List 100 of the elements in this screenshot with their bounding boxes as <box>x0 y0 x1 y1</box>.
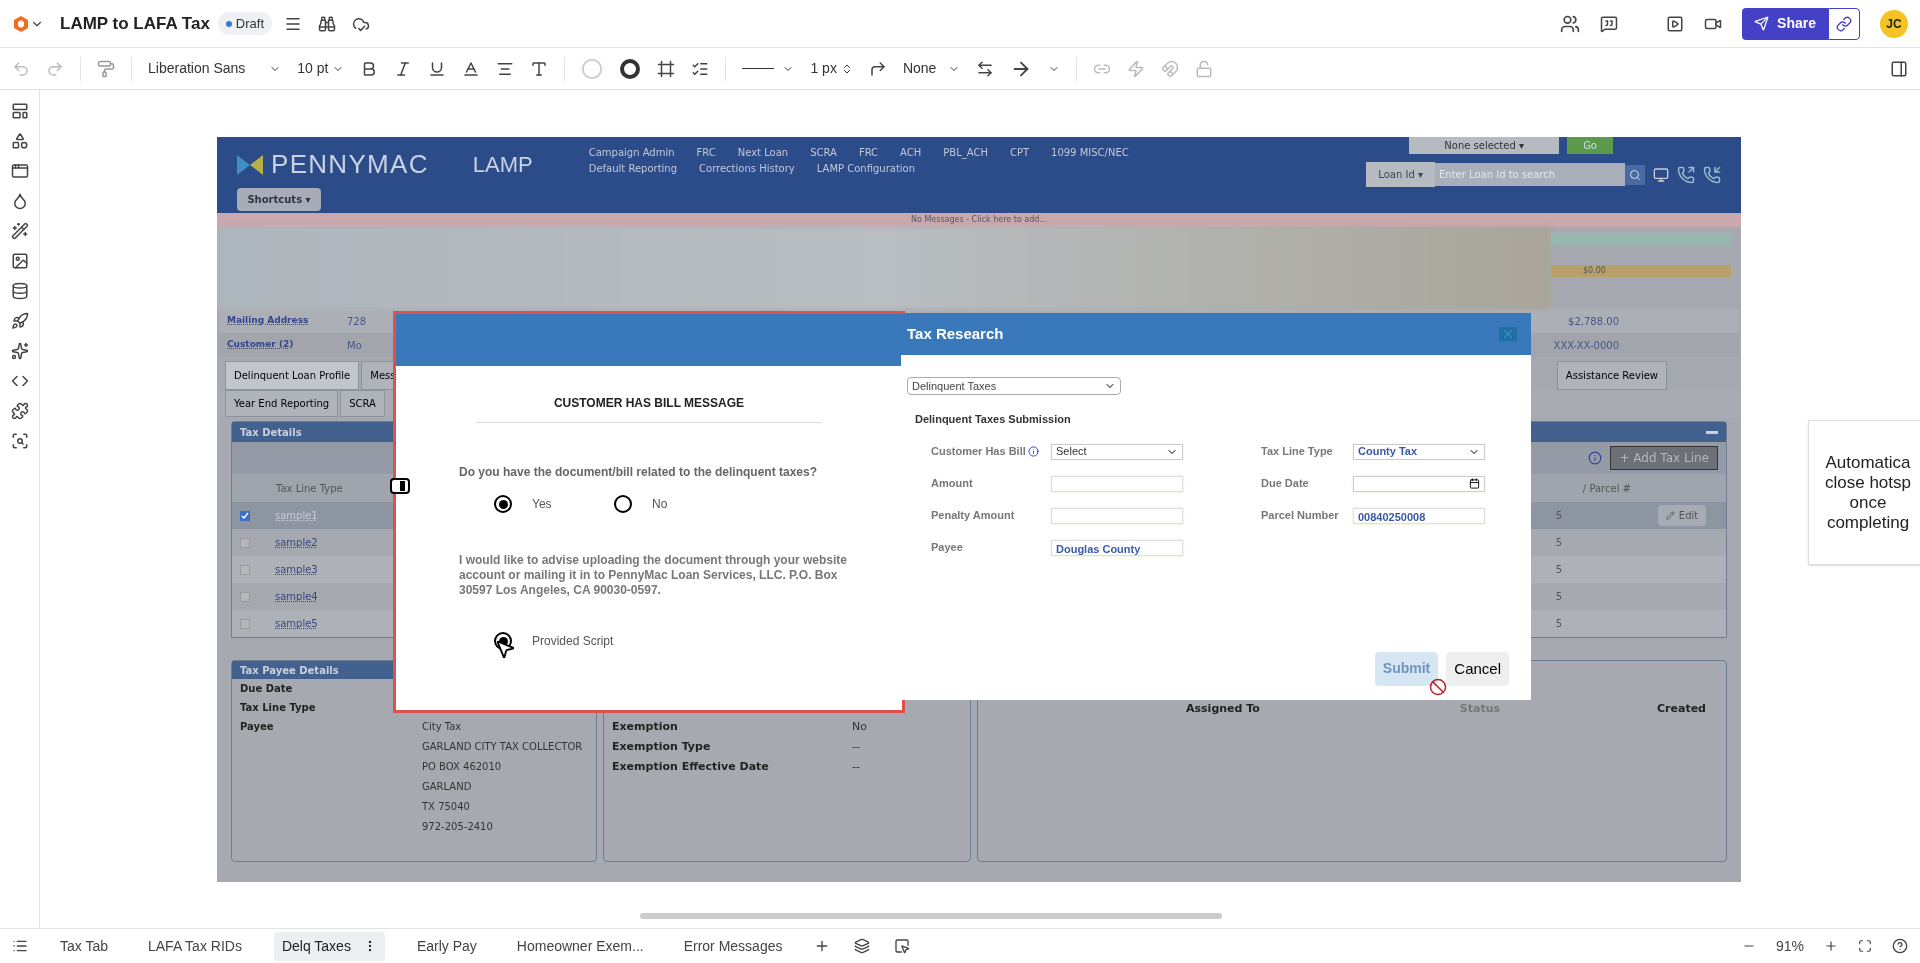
row-checkbox[interactable] <box>240 618 250 629</box>
frame-icon[interactable] <box>657 59 676 78</box>
resize-handle[interactable] <box>390 478 410 494</box>
shapes-icon[interactable] <box>10 132 29 150</box>
category-dropdown[interactable]: Delinquent Taxes <box>907 377 1121 395</box>
input-field[interactable] <box>1051 475 1183 492</box>
search-button[interactable] <box>1625 164 1645 185</box>
zoom-level[interactable]: 91% <box>1775 935 1804 957</box>
info-label[interactable]: Customer (2) <box>227 338 347 352</box>
nav-link[interactable]: CPT <box>1009 145 1030 160</box>
phone-icon[interactable] <box>1703 165 1721 184</box>
address-line: GARLAND CITY TAX COLLECTOR <box>422 740 583 754</box>
share-button[interactable]: Share <box>1742 7 1828 40</box>
tab[interactable]: Year End Reporting <box>225 390 339 417</box>
scrollbar[interactable] <box>640 913 1222 919</box>
row-checkbox[interactable] <box>240 591 250 602</box>
line-color-icon[interactable] <box>619 57 642 80</box>
line-start-dropdown[interactable]: None <box>902 58 961 79</box>
collapse-icon[interactable] <box>1706 430 1718 434</box>
page-tab[interactable]: Early Pay <box>408 931 485 961</box>
text-options-icon[interactable] <box>530 59 549 78</box>
tab[interactable]: SCRA <box>340 390 385 417</box>
input-field[interactable]: 00840250008 <box>1353 507 1485 524</box>
puzzle-icon[interactable] <box>10 402 29 420</box>
row-checkbox[interactable] <box>240 510 250 521</box>
page-tab[interactable]: Error Messages <box>675 931 791 961</box>
tax-line-link[interactable]: sample5 <box>275 616 318 631</box>
binoculars-icon[interactable] <box>318 14 337 33</box>
tax-line-link[interactable]: sample4 <box>275 589 318 604</box>
nav-link[interactable]: Campaign Admin <box>588 145 675 160</box>
phone-icon[interactable] <box>1677 165 1695 184</box>
font-dropdown[interactable]: Liberation Sans <box>148 58 282 79</box>
parcel-cell-text: 5 <box>1555 536 1562 550</box>
nav-link[interactable]: ACH <box>900 145 922 160</box>
users-icon[interactable] <box>1560 13 1581 34</box>
page-list-icon[interactable] <box>12 938 28 954</box>
nav-link[interactable]: 1099 MISC/NEC <box>1051 145 1129 160</box>
page-tab[interactable]: LAFA Tax RIDs <box>140 931 250 961</box>
queue-dropdown[interactable]: None selected ▾ <box>1409 137 1560 154</box>
select-field[interactable]: Select <box>1051 443 1183 460</box>
help-icon[interactable] <box>1892 938 1908 954</box>
nav-link[interactable]: PBL_ACH <box>943 145 988 160</box>
scan-icon[interactable] <box>10 432 29 450</box>
nav-link[interactable]: FRC <box>858 145 879 160</box>
info-label[interactable]: Mailing Address <box>227 314 347 328</box>
select-field[interactable]: County Tax <box>1353 443 1485 460</box>
fullscreen-icon[interactable] <box>1858 939 1872 953</box>
image-icon[interactable] <box>10 252 29 270</box>
layers-icon[interactable] <box>854 938 871 954</box>
connector-icon[interactable] <box>868 59 887 78</box>
loan-id-dropdown[interactable]: Loan Id ▾ <box>1366 162 1435 187</box>
nav-link[interactable]: Next Loan <box>737 145 789 160</box>
nav-link[interactable]: Default Reporting <box>588 161 678 176</box>
date-field[interactable] <box>1353 475 1485 492</box>
note-text: completing <box>1826 512 1910 533</box>
message-bar[interactable]: No Messages - Click here to add... <box>217 213 1741 227</box>
document-title[interactable]: LAMP to LAFA Tax <box>60 10 210 37</box>
present-icon[interactable] <box>1666 14 1685 33</box>
tab[interactable]: Delinquent Loan Profile <box>225 361 360 390</box>
nav-link[interactable]: LAMP Configuration <box>816 161 916 176</box>
rocket-icon[interactable] <box>10 312 29 330</box>
page-tab[interactable]: Tax Tab <box>52 931 116 961</box>
row-checkbox[interactable] <box>240 537 250 548</box>
tab[interactable]: Assistance Review <box>1556 361 1667 390</box>
fill-color-icon[interactable] <box>581 57 604 80</box>
radio-button[interactable] <box>614 495 632 513</box>
tax-line-link[interactable]: sample2 <box>275 535 318 550</box>
tax-line-link[interactable]: sample3 <box>275 562 318 577</box>
info-icon[interactable] <box>1588 451 1603 465</box>
nav-link[interactable]: FRC <box>696 145 716 160</box>
cancel-button[interactable]: Cancel <box>1446 651 1509 686</box>
swap-icon[interactable] <box>976 59 995 78</box>
template-icon[interactable] <box>10 102 29 120</box>
wand-icon[interactable] <box>10 222 29 240</box>
monitor-icon[interactable] <box>1653 166 1669 183</box>
input-field[interactable] <box>1051 507 1183 524</box>
line-width-dropdown[interactable]: 1 px <box>810 58 853 79</box>
address-line: GARLAND <box>422 780 473 794</box>
input-field[interactable]: Douglas County <box>1051 539 1183 556</box>
panel-icon[interactable] <box>1890 59 1908 78</box>
page-tab[interactable]: Homeowner Exem... <box>508 931 652 961</box>
page-tab[interactable]: Delq Taxes <box>273 931 385 961</box>
copy-link-button[interactable] <box>1828 7 1860 40</box>
font-size-dropdown[interactable]: 10 pt <box>297 58 345 79</box>
select-icon[interactable] <box>894 938 911 954</box>
comment-icon[interactable] <box>1600 14 1619 33</box>
radio-button[interactable] <box>494 495 512 513</box>
nav-link[interactable]: SCRA <box>810 145 837 160</box>
row-checkbox[interactable] <box>240 564 250 575</box>
underline-icon[interactable] <box>428 59 447 78</box>
zoom-in-icon[interactable] <box>1824 939 1838 953</box>
sparkles-icon[interactable] <box>10 342 29 360</box>
shortcuts-button[interactable]: Shortcuts ▾ <box>237 188 321 211</box>
search-icon <box>1629 168 1641 181</box>
user-avatar[interactable]: JC <box>1880 9 1908 38</box>
format-painter-icon[interactable] <box>97 59 115 78</box>
window-icon[interactable] <box>10 162 29 180</box>
text-color-icon[interactable] <box>462 59 481 78</box>
database-icon[interactable] <box>10 282 29 300</box>
nav-link[interactable]: Corrections History <box>699 161 795 176</box>
